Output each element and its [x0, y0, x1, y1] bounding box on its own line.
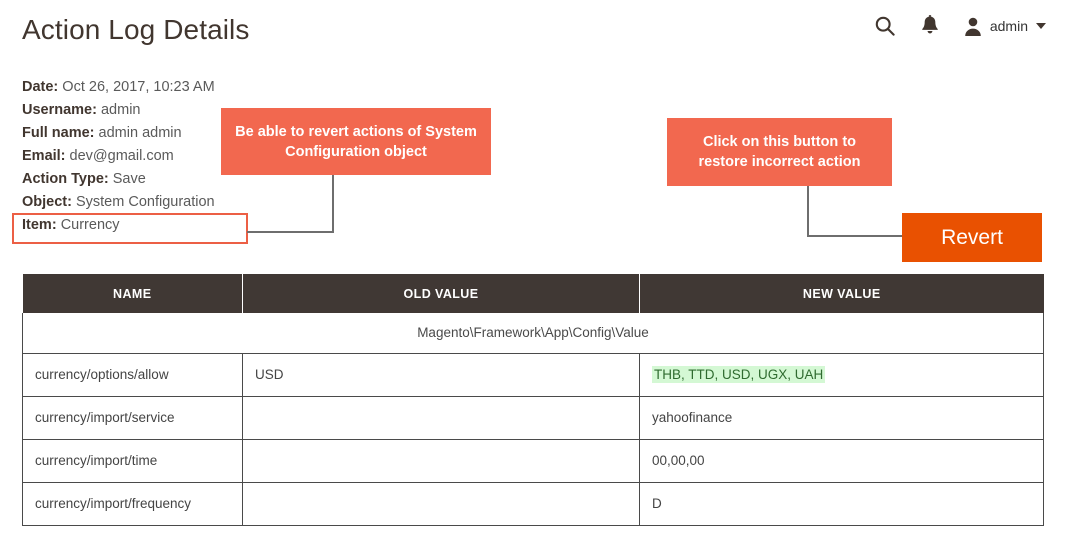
row-old-value: USD: [242, 352, 640, 397]
detail-label: Email:: [22, 148, 66, 164]
callout-revert-leader-vertical: [807, 186, 809, 237]
table-header-row: NAME OLD VALUE NEW VALUE: [22, 274, 1044, 313]
column-header-name[interactable]: NAME: [22, 274, 243, 313]
column-header-old-value[interactable]: OLD VALUE: [242, 274, 640, 313]
row-name: currency/import/frequency: [22, 481, 243, 526]
row-new-value: 00,00,00: [639, 438, 1044, 483]
admin-name-label: admin: [989, 18, 1028, 34]
detail-value: dev@gmail.com: [69, 148, 174, 164]
detail-label: Object:: [22, 194, 72, 210]
callout-revert-annotation: Click on this button to restore incorrec…: [667, 118, 892, 186]
admin-menu[interactable]: admin: [963, 16, 1046, 37]
detail-row-item: Item: Currency: [22, 214, 522, 237]
row-old-value: [242, 395, 640, 440]
detail-value: admin admin: [98, 125, 182, 141]
row-new-value: yahoofinance: [639, 395, 1044, 440]
detail-value: Oct 26, 2017, 10:23 AM: [62, 79, 215, 95]
detail-label: Action Type:: [22, 171, 109, 187]
row-old-value: [242, 438, 640, 483]
page-title: Action Log Details: [22, 14, 250, 45]
detail-label: Full name:: [22, 125, 95, 141]
column-header-new-value[interactable]: NEW VALUE: [639, 274, 1044, 313]
page-header: Action Log Details admin: [0, 0, 1068, 62]
row-new-value: D: [639, 481, 1044, 526]
detail-value: System Configuration: [75, 194, 215, 210]
callout-object-leader-horizontal: [247, 231, 334, 233]
detail-value: Save: [112, 171, 146, 187]
detail-row-date: Date: Oct 26, 2017, 10:23 AM: [22, 76, 522, 99]
header-actions: admin: [873, 14, 1046, 38]
detail-label: Username:: [22, 102, 97, 118]
row-old-value: [242, 481, 640, 526]
table-row: currency/options/allow USD THB, TTD, USD…: [22, 352, 1044, 397]
table-row: currency/import/time 00,00,00: [22, 438, 1044, 483]
table-row: currency/import/service yahoofinance: [22, 395, 1044, 440]
group-row-label: Magento\Framework\App\Config\Value: [22, 313, 1044, 354]
user-avatar-icon: [963, 16, 983, 37]
row-name: currency/import/service: [22, 395, 243, 440]
detail-value: admin: [100, 102, 141, 118]
row-name: currency/options/allow: [22, 352, 243, 397]
bell-icon[interactable]: [919, 14, 941, 38]
row-new-value: THB, TTD, USD, UGX, UAH: [639, 352, 1044, 397]
callout-revert-leader-horizontal: [807, 235, 903, 237]
callout-object-leader-vertical: [332, 175, 334, 233]
search-icon[interactable]: [873, 14, 897, 38]
detail-label: Date:: [22, 79, 59, 95]
revert-button[interactable]: Revert: [902, 213, 1042, 262]
callout-object-annotation: Be able to revert actions of System Conf…: [221, 108, 491, 175]
new-value-highlight: THB, TTD, USD, UGX, UAH: [652, 366, 826, 383]
detail-label: Item:: [22, 217, 57, 233]
detail-row-object: Object: System Configuration: [22, 191, 522, 214]
detail-value: Currency: [60, 217, 120, 233]
row-name: currency/import/time: [22, 438, 243, 483]
table-row: currency/import/frequency D: [22, 481, 1044, 526]
table-group-row: Magento\Framework\App\Config\Value: [22, 313, 1044, 354]
chevron-down-icon: [1036, 23, 1046, 29]
changes-table: NAME OLD VALUE NEW VALUE Magento\Framewo…: [22, 274, 1044, 526]
